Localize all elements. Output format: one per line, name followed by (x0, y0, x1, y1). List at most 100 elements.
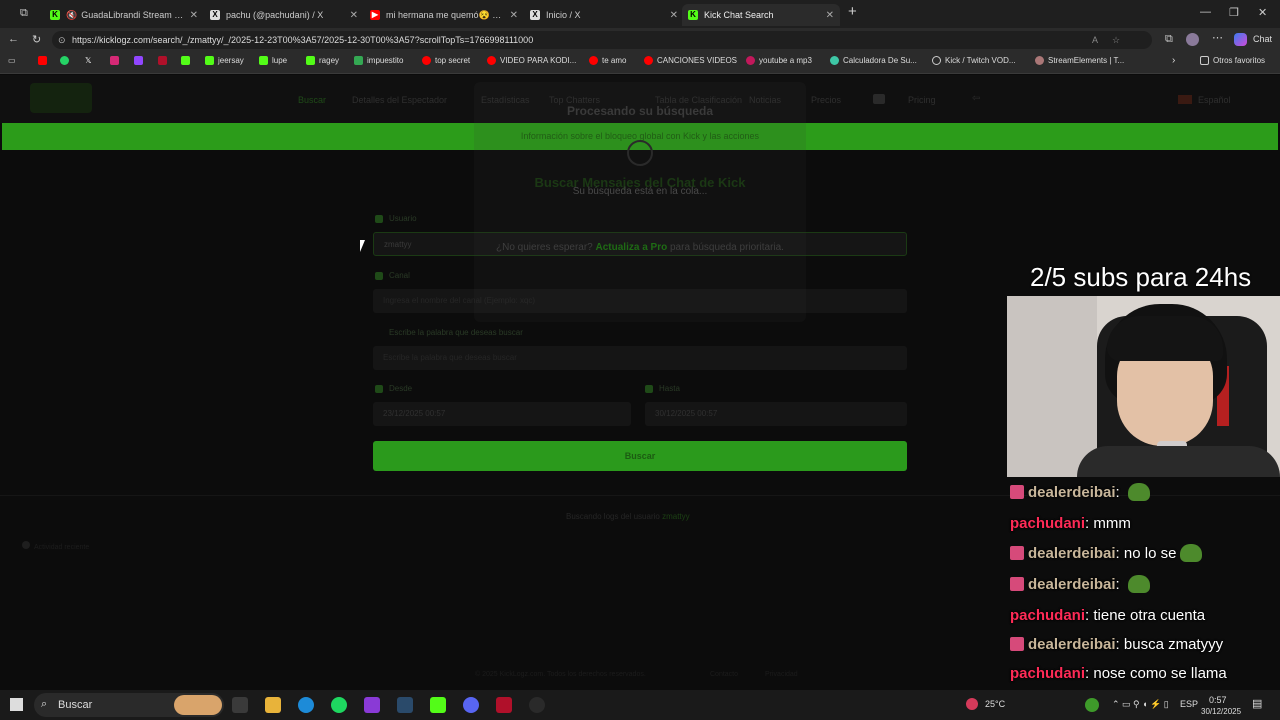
logout-icon[interactable]: ⇦ (972, 93, 980, 104)
tab-actions-icon[interactable]: ⧉ (20, 7, 28, 20)
site-info-icon[interactable]: ⊙ (58, 31, 66, 49)
activity-indicator: Actividad reciente (22, 541, 89, 551)
nav-detalles-espectador[interactable]: Detalles del Espectador (352, 95, 447, 105)
close-tab-icon[interactable]: ✕ (826, 10, 834, 21)
chat-button-label[interactable]: Chat (1253, 34, 1272, 44)
bookmark-twitch[interactable] (134, 56, 147, 65)
mute-icon[interactable]: 🔇 (66, 10, 77, 21)
file-explorer-icon[interactable] (265, 697, 281, 713)
clock-time[interactable]: 0:57 (1209, 695, 1227, 705)
obs-icon[interactable] (529, 697, 545, 713)
tab-pachu-x[interactable]: X pachu (@pachudani) / X ✕ (204, 4, 364, 26)
bookmark-instagram[interactable] (110, 56, 123, 65)
sidebar-toggle-icon[interactable]: ▭ (8, 56, 16, 65)
windows-start-icon[interactable] (10, 698, 23, 711)
bookmark-calculadora[interactable]: Calculadora De Su... (830, 56, 917, 65)
footer-privacy-link[interactable]: Privacidad (765, 671, 798, 678)
tab-inicio-x[interactable]: X Inicio / X ✕ (524, 4, 684, 26)
close-tab-icon[interactable]: ✕ (510, 10, 518, 21)
read-aloud-icon[interactable]: A (1092, 31, 1098, 49)
favorite-star-icon[interactable]: ☆ (1112, 31, 1120, 49)
bookmark-streamelements[interactable]: StreamElements | T... (1035, 56, 1124, 65)
minimize-icon[interactable]: — (1200, 6, 1211, 18)
close-tab-icon[interactable]: ✕ (350, 10, 358, 21)
kicklogz-logo[interactable] (30, 83, 92, 113)
footer-user-link[interactable]: zmattyy (662, 512, 690, 521)
more-menu-icon[interactable]: ⋯ (1212, 31, 1223, 44)
close-tab-icon[interactable]: ✕ (670, 10, 678, 21)
bookmark-red[interactable] (158, 56, 171, 65)
close-window-icon[interactable]: ✕ (1258, 6, 1267, 19)
stream-overlay-title: 2/5 subs para 24hs (1030, 262, 1252, 292)
bookmark-te-amo[interactable]: te amo (589, 56, 626, 65)
nav-pricing[interactable]: Pricing (908, 95, 936, 105)
upgrade-link[interactable]: Actualiza a Pro (596, 242, 668, 253)
from-date-input[interactable]: 23/12/2025 00:57 (373, 402, 631, 426)
to-date-input[interactable]: 30/12/2025 00:57 (645, 402, 907, 426)
bookmark-ragey[interactable]: ragey (306, 56, 339, 65)
pepe-emote-icon (1180, 544, 1203, 562)
bookmark-x[interactable]: 𝕏 (85, 56, 91, 65)
tab-youtube[interactable]: ▶ mi hermana me quemó😵 - You ✕ (364, 4, 524, 26)
bookmark-top-secret[interactable]: top secret (422, 56, 470, 65)
word-input[interactable]: Escribe la palabra que deseas buscar (373, 346, 907, 370)
footer-recent-text: Buscando logs del usuario (566, 512, 660, 521)
tray-icons[interactable]: ⌃ ▭ ⚲ ◖ ⚡ ▯ (1112, 699, 1169, 710)
copilot-icon[interactable] (1234, 33, 1247, 46)
language-select[interactable]: Español (1198, 95, 1231, 105)
discord-icon[interactable] (463, 697, 479, 713)
tab-title: Inicio / X (546, 10, 581, 20)
refresh-icon[interactable]: ↻ (32, 33, 41, 46)
bookmarks-more-icon[interactable]: › (1172, 55, 1175, 66)
upgrade-prefix: ¿No quieres esperar? (496, 242, 593, 253)
notifications-icon[interactable]: ▤ (1252, 697, 1262, 710)
bookmark-whatsapp[interactable] (60, 56, 73, 65)
bookmark-lupe[interactable]: lupe (259, 56, 287, 65)
bookmark-video-kodi[interactable]: VIDEO PARA KODI... (487, 56, 576, 65)
youtube-icon (589, 56, 598, 65)
steam-icon[interactable] (397, 697, 413, 713)
weather-temp[interactable]: 25°C (985, 699, 1005, 709)
back-icon[interactable]: ← (8, 33, 19, 45)
nav-precios[interactable]: Precios (811, 95, 841, 105)
language-indicator[interactable]: ESP (1180, 699, 1198, 709)
close-tab-icon[interactable]: ✕ (190, 10, 198, 21)
folder-icon (1200, 56, 1209, 65)
kick-icon (259, 56, 268, 65)
restore-icon[interactable]: ❐ (1229, 6, 1239, 19)
bookmark-jeersay[interactable]: jeersay (205, 56, 244, 65)
youtube-icon: ▶ (370, 10, 380, 20)
new-tab-icon[interactable]: + (848, 3, 857, 20)
tray-app-icon[interactable] (1085, 698, 1099, 712)
extensions-icon[interactable]: ⧉ (1165, 33, 1173, 46)
chat-text: nose como se llama (1093, 665, 1227, 682)
search-button[interactable]: Buscar (373, 441, 907, 471)
edge-icon[interactable] (298, 697, 314, 713)
tab-guadalibrandi[interactable]: K 🔇 GuadaLibrandi Stream - Watc ✕ (44, 4, 204, 26)
bookmark-kick-twitch-vod[interactable]: Kick / Twitch VOD... (932, 56, 1016, 65)
tab-kick-chat-search[interactable]: K Kick Chat Search ✕ (682, 4, 840, 26)
bookmark-impuestito[interactable]: impuestito (354, 56, 403, 65)
url-field[interactable]: ⊙ https://kicklogz.com/search/_/zmattyy/… (52, 31, 1152, 49)
other-favorites[interactable]: Otros favoritos (1200, 56, 1265, 65)
nav-buscar[interactable]: Buscar (298, 95, 326, 105)
profile-avatar[interactable] (1186, 33, 1199, 46)
bookmark-canciones[interactable]: CANCIONES VIDEOS (644, 56, 737, 65)
bookmark-yt-mp3[interactable]: youtube a mp3 (746, 56, 812, 65)
kick-icon (306, 56, 315, 65)
youtube-icon (487, 56, 496, 65)
shirt (1077, 446, 1280, 477)
task-view-icon[interactable] (232, 697, 248, 713)
spotify-icon[interactable] (331, 697, 347, 713)
kick-icon[interactable] (430, 697, 446, 713)
discord-icon[interactable] (873, 94, 885, 104)
app-icon[interactable] (496, 697, 512, 713)
bookmark-youtube[interactable] (38, 56, 51, 65)
canva-icon[interactable] (364, 697, 380, 713)
footer-contact-link[interactable]: Contacto (710, 671, 738, 678)
taskbar-search[interactable]: ⌕ Buscar (34, 693, 224, 717)
processing-modal: Procesando su búsqueda Su búsqueda está … (474, 82, 806, 322)
bookmark-label: StreamElements | T... (1048, 56, 1125, 65)
clock-date[interactable]: 30/12/2025 (1201, 707, 1241, 716)
bookmark-kick[interactable] (181, 56, 194, 65)
